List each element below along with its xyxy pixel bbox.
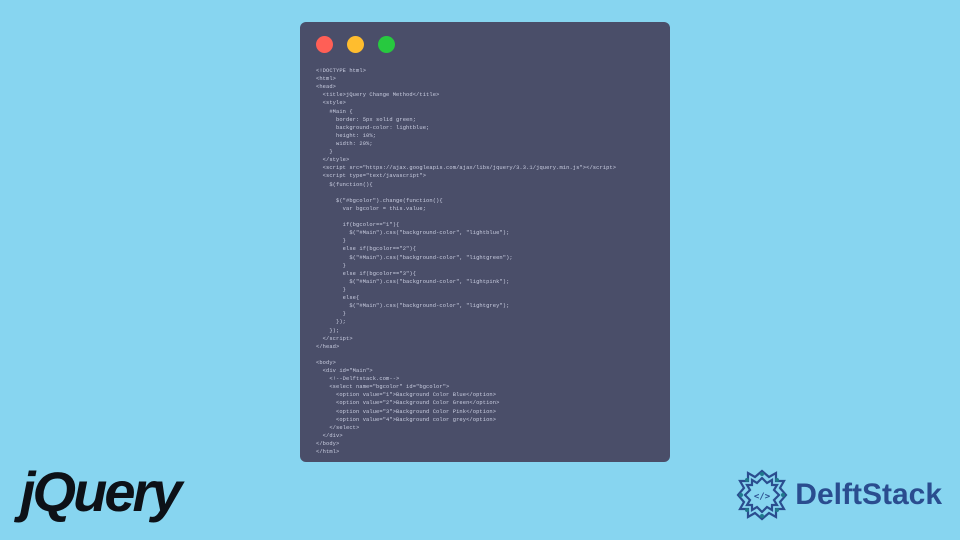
delftstack-icon: </> (735, 468, 789, 522)
svg-text:</>: </> (754, 492, 771, 502)
code-window: <!DOCTYPE html> <html> <head> <title>jQu… (300, 22, 670, 462)
minimize-icon (347, 36, 364, 53)
delftstack-wordmark: DelftStack (795, 478, 942, 512)
code-content: <!DOCTYPE html> <html> <head> <title>jQu… (316, 67, 654, 456)
delftstack-logo: </> DelftStack (735, 468, 942, 522)
close-icon (316, 36, 333, 53)
maximize-icon (378, 36, 395, 53)
jquery-logo: jQuery (20, 459, 179, 524)
jquery-wordmark: jQuery (20, 460, 179, 523)
window-traffic-lights (316, 36, 654, 53)
